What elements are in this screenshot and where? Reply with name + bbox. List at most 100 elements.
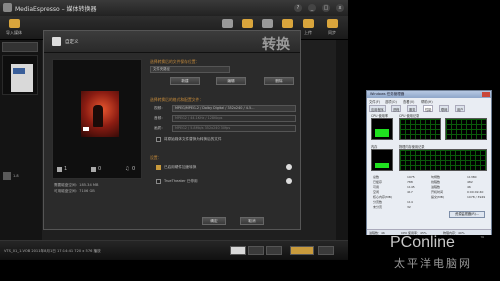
memory-fill (375, 162, 389, 168)
import-media-button[interactable]: 导入媒体 (2, 18, 26, 38)
play-button[interactable] (248, 246, 264, 255)
mediaespresso-window: MediaEspresso – 媒体转换器 ? _ □ x 导入媒体 上传 同步… (0, 0, 348, 260)
overwrite-checkbox[interactable] (156, 137, 161, 142)
upload-icon (302, 19, 314, 28)
tab-processes[interactable]: 进程 (391, 105, 402, 112)
view-toggle-button[interactable] (230, 246, 246, 255)
library-item[interactable]: 1.8 (3, 172, 39, 180)
video-count-icon (57, 167, 62, 172)
fullscreen-button[interactable] (318, 246, 334, 255)
status-text: VTS_01_1.VOB 2011年8月1日 17:14:41 720 x 57… (4, 249, 101, 253)
tm-menu-help[interactable]: 帮助(H) (421, 99, 433, 104)
audio-profile-field[interactable]: MPEG2 / 44.1KHz / 128Kbps (172, 115, 296, 122)
settings-heading: 设置： (150, 155, 162, 160)
stat-value: 1975 (407, 175, 415, 179)
pconline-watermark: PConline ™ 太平洋电脑网 (382, 234, 500, 281)
edit-button[interactable]: 编辑 (216, 77, 246, 85)
hw-accel-label: 已启用硬件加速转换 (164, 165, 197, 169)
stat-label: 进程数 (431, 185, 441, 189)
task-manager-window: Windows 任务管理器 文件(F) 选项(O) 查看(V) 帮助(H) 应用… (366, 90, 492, 235)
tm-close-button[interactable] (482, 92, 490, 97)
sync-label: 同步 (328, 30, 336, 35)
tab-networking[interactable]: 联网 (439, 105, 450, 112)
stat-label: 提交(MB) (431, 195, 444, 199)
tab-applications[interactable]: 应用程序 (369, 105, 386, 112)
delete-button[interactable]: 删除 (264, 77, 294, 85)
tm-menu-options[interactable]: 选项(O) (385, 99, 397, 104)
media-thumbnail[interactable] (2, 55, 38, 95)
title-bar: MediaEspresso – 媒体转换器 ? _ □ x (0, 0, 348, 16)
conversion-form: 选择转换后的文件保存位置： 文件夹路径 新建 编辑 删除 选择转换后的格式和配置… (150, 55, 298, 205)
memory-history-graph (399, 149, 487, 171)
right-panel (336, 40, 348, 240)
stat-label: 分页数 (373, 200, 383, 204)
stat-label: 开机时间 (431, 190, 444, 194)
sync-button[interactable]: 同步 (320, 18, 344, 38)
save-path-field[interactable]: 文件夹路径 (150, 66, 230, 73)
media-counts: 1 0 ♫ 0 (57, 166, 139, 174)
monitor-icon (221, 19, 233, 28)
stat-value: 11380 (467, 175, 477, 179)
help-button[interactable]: ? (294, 4, 302, 12)
save-location-heading: 选择转换后的文件保存位置： (150, 59, 200, 64)
snapshot-button[interactable] (266, 246, 282, 255)
cpu-history-graph-1 (399, 118, 441, 140)
minimize-button[interactable]: _ (308, 4, 316, 12)
graph-grid (400, 119, 440, 139)
import-icon (8, 19, 20, 28)
tab-services[interactable]: 服务 (407, 105, 418, 112)
ok-button[interactable]: 确定 (202, 217, 226, 225)
image-count: 0 (98, 166, 102, 172)
phone-icon (241, 19, 253, 28)
graph-grid (400, 150, 486, 170)
tab-users[interactable]: 用户 (455, 105, 466, 112)
music-count-icon: ♫ (125, 166, 130, 172)
audio-label: 音频： (154, 116, 165, 120)
stat-value: 114 (407, 200, 413, 204)
dialog-header: 自定义 转换 (44, 31, 300, 53)
video-count: 1 (64, 166, 68, 172)
hw-settings-gear-icon[interactable] (286, 164, 292, 170)
sync-icon (326, 19, 338, 28)
truetheater-settings-gear-icon[interactable] (286, 178, 292, 184)
stat-label: 总数 (373, 175, 380, 179)
video-label: 视频： (154, 106, 165, 110)
overwrite-label: 将原始媒体文件替换为转换后的文件 (164, 137, 222, 141)
watermark-trademark: ™ (480, 236, 485, 242)
cancel-button[interactable]: 取消 (240, 217, 264, 225)
status-bar: VTS_01_1.VOB 2011年8月1日 17:14:41 720 x 57… (0, 240, 348, 260)
stat-label: 句柄数 (431, 175, 441, 179)
video-frame[interactable] (81, 91, 119, 137)
stat-label: 线程数 (431, 180, 441, 184)
performer-figure (93, 105, 103, 127)
player-icon (261, 19, 273, 28)
tab-performance[interactable]: 性能 (423, 105, 434, 112)
maximize-button[interactable]: □ (322, 4, 330, 12)
stat-value: 1078 / 3949 (467, 195, 486, 199)
convert-heading: 转换 (262, 37, 290, 53)
media-library-panel: 1.8 (0, 40, 42, 240)
available-space: 可用磁盘空间：7106 GB (54, 189, 95, 193)
required-space: 需要磁盘空间：185.34 MB (54, 183, 99, 187)
new-button[interactable]: 新建 (170, 77, 200, 85)
cpu-history-graph-2 (445, 118, 487, 140)
file-icon (3, 172, 11, 180)
stat-value: 1145 (407, 185, 415, 189)
hw-accel-checkbox[interactable] (156, 165, 161, 170)
stat-value: 32 (407, 205, 411, 209)
truetheater-checkbox[interactable] (156, 179, 161, 184)
stat-label: 核心内存(MB) (373, 195, 392, 199)
library-tab[interactable] (2, 42, 38, 52)
upload-label: 上传 (304, 30, 312, 35)
stat-value: 0:00:49:40 (467, 190, 484, 194)
video-preview: 1 0 ♫ 0 (52, 59, 142, 179)
close-button[interactable]: x (336, 4, 344, 12)
video-profile-select[interactable]: MPEG/MPEG-2 / Dolby Digital / 352x240 / … (172, 105, 296, 112)
quality-profile-field[interactable]: MPEG2 / 5.8Mb/s 352x240 30fps (172, 125, 296, 132)
resource-monitor-button[interactable]: 资源监视器(R)... (449, 211, 485, 218)
tm-menu-file[interactable]: 文件(F) (369, 99, 380, 104)
window-title: MediaEspresso – 媒体转换器 (15, 6, 97, 13)
cpu-usage-meter (371, 118, 393, 140)
volume-slider[interactable] (290, 246, 314, 255)
tm-menu-view[interactable]: 查看(V) (403, 99, 414, 104)
